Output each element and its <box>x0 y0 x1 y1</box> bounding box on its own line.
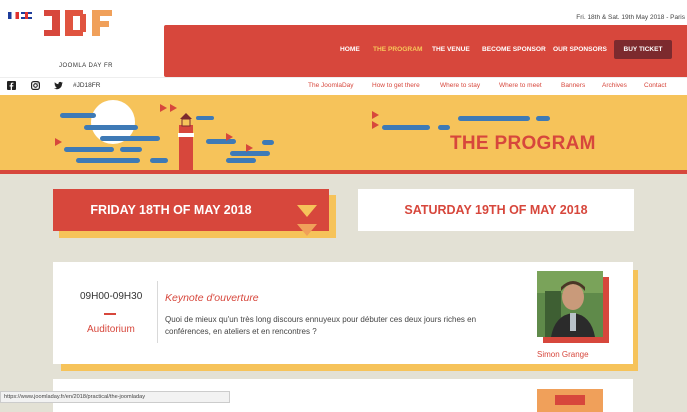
flag-uk-icon[interactable] <box>21 12 32 19</box>
nav-the-program[interactable]: THE PROGRAM <box>373 46 422 53</box>
browser-status-url: https://www.joomladay.fr/en/2018/practic… <box>0 391 230 403</box>
main-nav-band <box>164 25 687 77</box>
day-tab-friday[interactable]: FRIDAY 18TH OF MAY 2018 <box>53 189 329 231</box>
day-tab-saturday[interactable]: SATURDAY 19TH OF MAY 2018 <box>358 189 634 231</box>
jdf-logo[interactable] <box>40 6 122 52</box>
buy-ticket-button[interactable]: BUY TICKET <box>614 40 672 59</box>
nav-our-sponsors[interactable]: OUR SPONSORS <box>553 46 607 53</box>
subnav-banners[interactable]: Banners <box>561 82 585 89</box>
flag-fr-icon[interactable] <box>8 12 19 19</box>
card-divider <box>157 281 158 343</box>
chevron-down-icon <box>297 224 317 236</box>
subnav-where-to-meet[interactable]: Where to meet <box>499 82 542 89</box>
twitter-icon[interactable] <box>54 81 63 90</box>
session-title[interactable]: Keynote d'ouverture <box>165 292 259 304</box>
speaker-photo[interactable] <box>537 271 610 345</box>
speaker-photo[interactable] <box>537 389 610 412</box>
session-time: 09H00-09H30 <box>80 291 143 302</box>
chevron-down-icon <box>297 205 317 217</box>
subnav-archives[interactable]: Archives <box>602 82 627 89</box>
instagram-icon[interactable] <box>31 81 40 90</box>
event-date-location: Fri. 18th & Sat. 19th May 2018 - Paris <box>576 14 685 21</box>
banner-stripe <box>0 170 687 174</box>
session-description: Quoi de mieux qu'un très long discours e… <box>165 315 477 336</box>
nav-the-venue[interactable]: THE VENUE <box>432 46 470 53</box>
logo-tagline: JOOMLA DAY FR <box>59 63 113 69</box>
time-divider <box>104 313 116 315</box>
subnav-the-joomladay[interactable]: The JoomlaDay <box>308 82 354 89</box>
nav-home[interactable]: HOME <box>340 46 360 53</box>
subnav-contact[interactable]: Contact <box>644 82 666 89</box>
facebook-icon[interactable] <box>7 81 16 90</box>
lighthouse-icon <box>178 113 194 170</box>
subnav-where-to-stay[interactable]: Where to stay <box>440 82 480 89</box>
speaker-name[interactable]: Simon Grange <box>537 350 589 359</box>
subnav-how-to-get-there[interactable]: How to get there <box>372 82 420 89</box>
hashtag-link[interactable]: #JD18FR <box>73 82 100 89</box>
nav-become-sponsor[interactable]: BECOME SPONSOR <box>482 46 546 53</box>
session-room: Auditorium <box>87 324 135 335</box>
page-title: THE PROGRAM <box>450 133 596 154</box>
